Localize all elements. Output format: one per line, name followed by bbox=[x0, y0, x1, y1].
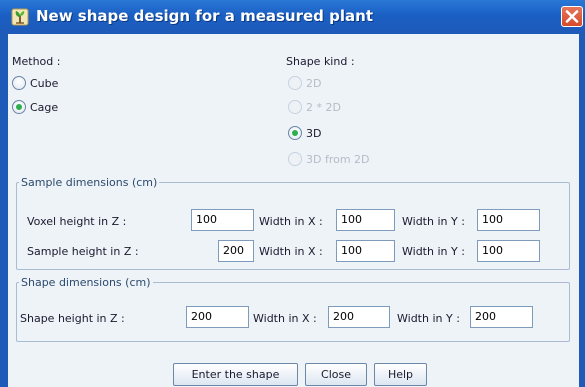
help-button[interactable]: Help bbox=[374, 363, 427, 386]
close-button[interactable]: Close bbox=[305, 363, 367, 386]
voxel-height-label: Voxel height in Z : bbox=[27, 215, 127, 228]
sample-width-y-input[interactable]: 100 bbox=[477, 240, 540, 262]
sample-width-y-label: Width in Y : bbox=[402, 245, 465, 258]
enter-shape-button[interactable]: Enter the shape bbox=[173, 363, 298, 386]
voxel-height-input[interactable]: 100 bbox=[191, 209, 254, 231]
shape-width-x-label: Width in X : bbox=[253, 312, 317, 325]
shape-height-input[interactable]: 200 bbox=[186, 306, 249, 328]
method-option-label: Cage bbox=[30, 101, 59, 114]
shape-kind-option-label: 3D from 2D bbox=[306, 153, 370, 166]
radio-button[interactable] bbox=[12, 76, 26, 90]
voxel-width-x-input[interactable]: 100 bbox=[336, 209, 395, 231]
dialog-body: Method : Cube Cage Shape kind : 2D 2 * 2… bbox=[8, 34, 579, 387]
window-title: New shape design for a measured plant bbox=[36, 7, 373, 25]
close-icon bbox=[565, 10, 579, 23]
title-bar[interactable]: New shape design for a measured plant bbox=[0, 0, 585, 35]
close-window-button[interactable] bbox=[561, 6, 583, 27]
shape-width-y-input[interactable]: 200 bbox=[470, 306, 533, 328]
radio-button[interactable] bbox=[288, 100, 302, 114]
sample-height-label: Sample height in Z : bbox=[27, 245, 139, 258]
sample-dimensions-legend: Sample dimensions (cm) bbox=[21, 176, 158, 189]
voxel-width-y-input[interactable]: 100 bbox=[477, 209, 540, 231]
voxel-width-x-label: Width in X : bbox=[259, 215, 323, 228]
sample-width-x-label: Width in X : bbox=[259, 245, 323, 258]
radio-button[interactable] bbox=[12, 100, 26, 114]
plant-icon bbox=[11, 8, 29, 26]
shape-kind-option-label: 3D bbox=[306, 127, 322, 140]
shape-kind-option-2x2d[interactable]: 2 * 2D bbox=[288, 100, 388, 116]
shape-kind-label: Shape kind : bbox=[286, 55, 355, 68]
method-label: Method : bbox=[12, 55, 61, 68]
shape-kind-option-3d-from-2d[interactable]: 3D from 2D bbox=[288, 152, 398, 168]
radio-button[interactable] bbox=[288, 152, 302, 166]
shape-height-label: Shape height in Z : bbox=[20, 312, 125, 325]
shape-width-y-label: Width in Y : bbox=[397, 312, 460, 325]
voxel-width-y-label: Width in Y : bbox=[402, 215, 465, 228]
method-option-label: Cube bbox=[30, 77, 59, 90]
window-border-left bbox=[0, 34, 8, 387]
radio-button[interactable] bbox=[288, 76, 302, 90]
sample-height-input[interactable]: 200 bbox=[218, 240, 254, 262]
shape-width-x-input[interactable]: 200 bbox=[328, 306, 390, 328]
sample-width-x-input[interactable]: 100 bbox=[336, 240, 395, 262]
method-option-cube[interactable]: Cube bbox=[12, 76, 92, 92]
shape-kind-option-3d[interactable]: 3D bbox=[288, 126, 388, 142]
shape-kind-option-label: 2 * 2D bbox=[306, 101, 341, 114]
method-option-cage[interactable]: Cage bbox=[12, 100, 92, 116]
radio-button[interactable] bbox=[288, 126, 302, 140]
shape-kind-option-label: 2D bbox=[306, 77, 322, 90]
shape-dimensions-legend: Shape dimensions (cm) bbox=[21, 276, 151, 289]
window-border-right bbox=[579, 34, 585, 387]
shape-kind-option-2d[interactable]: 2D bbox=[288, 76, 388, 92]
